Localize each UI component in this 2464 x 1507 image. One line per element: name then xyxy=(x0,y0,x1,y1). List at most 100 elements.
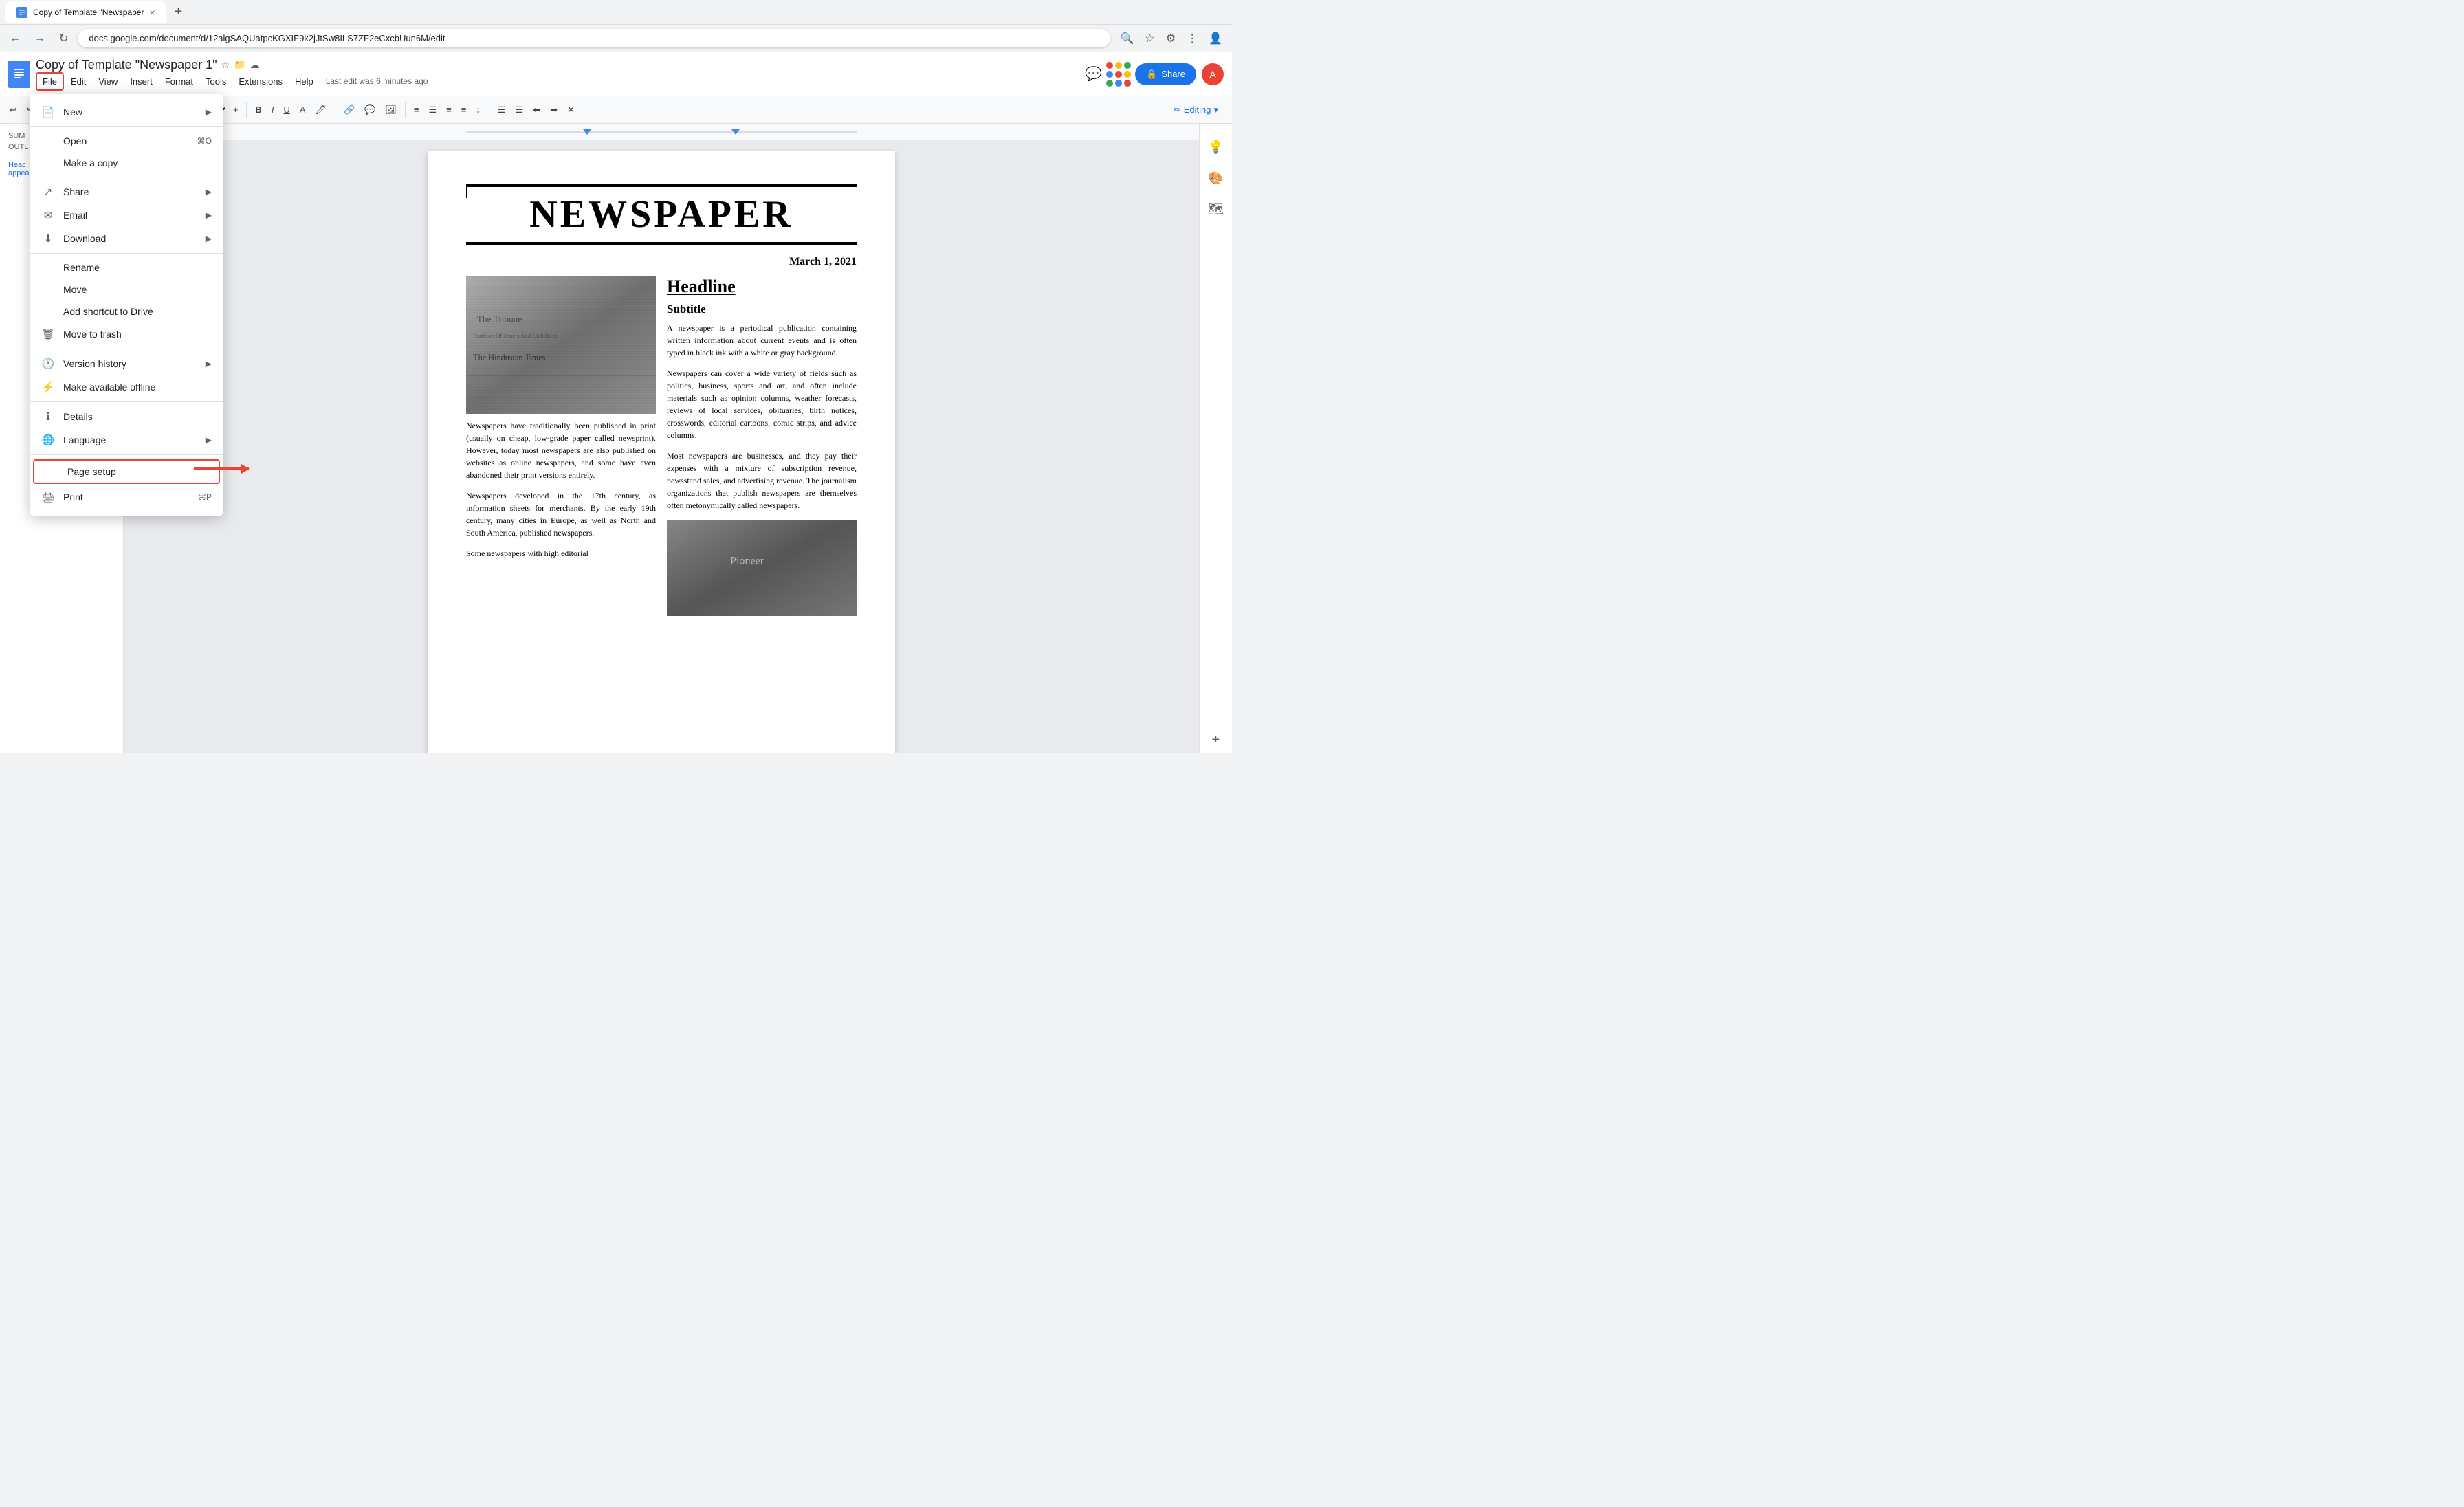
align-center-btn[interactable]: ☰ xyxy=(425,102,441,118)
menu-section-open: Open ⌘O Make a copy xyxy=(30,127,223,177)
move-icon[interactable]: 📁 xyxy=(234,59,245,71)
align-right-btn[interactable]: ≡ xyxy=(442,102,456,118)
docs-logo xyxy=(8,60,30,88)
share-arrow-icon: ▶ xyxy=(206,187,212,197)
indent-decrease-btn[interactable]: ⬅ xyxy=(529,102,544,118)
bold-button[interactable]: B xyxy=(251,102,265,118)
italic-button[interactable]: I xyxy=(267,102,278,118)
add-icon[interactable]: + xyxy=(1207,727,1226,753)
menu-item-page-setup[interactable]: Page setup xyxy=(33,459,220,484)
separator-5 xyxy=(335,102,336,118)
new-tab-btn[interactable]: + xyxy=(172,1,186,23)
docs-title-area: Copy of Template "Newspaper 1" ☆ 📁 ☁ Fil… xyxy=(36,58,1079,91)
menu-item-open[interactable]: Open ⌘O xyxy=(30,130,223,152)
address-input[interactable] xyxy=(78,29,1110,47)
active-tab[interactable]: Copy of Template "Newspaper × xyxy=(6,1,166,23)
doc-panel: NEWSPAPER March 1, 2021 xyxy=(124,124,1199,754)
menu-file[interactable]: File xyxy=(36,72,64,91)
menu-item-print[interactable]: 🖨 Print ⌘P xyxy=(30,485,223,509)
cursor xyxy=(466,184,468,198)
download-arrow-icon: ▶ xyxy=(206,234,212,243)
menu-item-download[interactable]: ⬇ Download ▶ xyxy=(30,227,223,250)
menu-item-offline[interactable]: ⚡ Make available offline xyxy=(30,375,223,399)
highlight-button[interactable]: 🖊 xyxy=(311,102,331,118)
menu-tools[interactable]: Tools xyxy=(200,74,232,89)
profile-icon[interactable]: 👤 xyxy=(1204,29,1226,48)
google-apps-button[interactable] xyxy=(1108,63,1130,85)
menu-item-version-history[interactable]: 🕐 Version history ▶ xyxy=(30,352,223,375)
underline-button[interactable]: U xyxy=(279,102,294,118)
link-button[interactable]: 🔗 xyxy=(340,102,359,118)
menu-item-share[interactable]: ↗ Share ▶ xyxy=(30,180,223,204)
menu-item-rename[interactable]: Rename xyxy=(30,256,223,278)
line-spacing-btn[interactable]: ↕ xyxy=(472,102,485,118)
menu-item-email[interactable]: ✉ Email ▶ xyxy=(30,204,223,227)
comment-inline-btn[interactable]: 💬 xyxy=(360,102,380,118)
menu-page-setup-label: Page setup xyxy=(67,466,208,477)
menu-item-move[interactable]: Move xyxy=(30,278,223,300)
trash-icon: 🗑 xyxy=(41,328,55,340)
doc-title[interactable]: Copy of Template "Newspaper 1" xyxy=(36,58,217,72)
extension-icon[interactable]: ⚙ xyxy=(1162,29,1180,48)
cloud-icon[interactable]: ☁ xyxy=(250,59,260,71)
align-justify-btn[interactable]: ≡ xyxy=(457,102,471,118)
menu-help[interactable]: Help xyxy=(289,74,319,89)
body-text-2: Newspapers can cover a wide variety of f… xyxy=(667,367,857,441)
format-icon[interactable]: 🎨 xyxy=(1202,166,1229,191)
separator-7 xyxy=(489,102,490,118)
menu-new-label: New xyxy=(63,107,197,118)
pencil-icon: ✏ xyxy=(1174,104,1181,116)
browser-toolbar: 🔍 ☆ ⚙ ⋮ 👤 xyxy=(1116,29,1226,48)
numbered-btn[interactable]: ☰ xyxy=(512,102,528,118)
settings-icon[interactable]: ⋮ xyxy=(1182,29,1202,48)
menu-item-make-copy[interactable]: Make a copy xyxy=(30,152,223,174)
editing-mode-btn[interactable]: ✏ Editing ▾ xyxy=(1165,102,1226,118)
forward-button[interactable]: → xyxy=(30,30,50,47)
docs-header: Copy of Template "Newspaper 1" ☆ 📁 ☁ Fil… xyxy=(0,52,1232,96)
text-color-button[interactable]: A xyxy=(296,102,310,118)
menu-item-details[interactable]: ℹ Details xyxy=(30,405,223,428)
menu-section-print: Page setup 🖨 Print ⌘P xyxy=(30,455,223,512)
menu-item-trash[interactable]: 🗑 Move to trash xyxy=(30,322,223,346)
menu-item-language[interactable]: 🌐 Language ▶ xyxy=(30,428,223,452)
star-icon[interactable]: ☆ xyxy=(221,59,230,71)
doc-page[interactable]: NEWSPAPER March 1, 2021 xyxy=(428,151,895,754)
search-icon[interactable]: 🔍 xyxy=(1116,29,1138,48)
print-menu-icon: 🖨 xyxy=(41,491,55,503)
tab-close-btn[interactable]: × xyxy=(149,7,155,18)
bullets-btn[interactable]: ☰ xyxy=(494,102,510,118)
smart-assist-icon[interactable]: 💡 xyxy=(1202,135,1229,160)
align-left-btn[interactable]: ≡ xyxy=(410,102,424,118)
back-button[interactable]: ← xyxy=(6,30,25,47)
font-size-increase[interactable]: + xyxy=(229,102,243,118)
reload-button[interactable]: ↻ xyxy=(55,29,72,48)
undo-button[interactable]: ↩ xyxy=(6,102,21,118)
email-arrow-icon: ▶ xyxy=(206,210,212,220)
body-text-6: Some newspapers with high editorial xyxy=(466,547,656,560)
indent-increase-btn[interactable]: ➡ xyxy=(546,102,562,118)
menu-rename-label: Rename xyxy=(63,262,212,273)
menu-language-label: Language xyxy=(63,434,197,446)
menu-item-new[interactable]: 📄 New ▶ xyxy=(30,100,223,124)
menu-item-add-shortcut[interactable]: Add shortcut to Drive xyxy=(30,300,223,322)
menu-view[interactable]: View xyxy=(93,74,123,89)
language-arrow-icon: ▶ xyxy=(206,435,212,445)
open-shortcut: ⌘O xyxy=(197,136,212,146)
menu-email-label: Email xyxy=(63,210,197,221)
menu-edit[interactable]: Edit xyxy=(65,74,91,89)
comment-button[interactable]: 💬 xyxy=(1085,65,1102,82)
user-avatar[interactable]: A xyxy=(1202,63,1224,85)
menu-insert[interactable]: Insert xyxy=(124,74,158,89)
browser-tab-bar: Copy of Template "Newspaper × + xyxy=(0,0,1232,25)
map-icon[interactable]: 🗺 xyxy=(1202,197,1229,222)
menu-print-label: Print xyxy=(63,492,190,503)
body-text-3: Most newspapers are businesses, and they… xyxy=(667,450,857,512)
clear-format-btn[interactable]: ✕ xyxy=(563,102,579,118)
share-button[interactable]: 🔒 Share xyxy=(1135,63,1196,85)
menu-extensions[interactable]: Extensions xyxy=(233,74,288,89)
menu-format[interactable]: Format xyxy=(160,74,199,89)
bookmark-icon[interactable]: ☆ xyxy=(1141,29,1158,48)
history-arrow-icon: ▶ xyxy=(206,359,212,368)
image-button[interactable]: 🖼 xyxy=(381,102,401,118)
history-icon: 🕐 xyxy=(41,358,55,370)
